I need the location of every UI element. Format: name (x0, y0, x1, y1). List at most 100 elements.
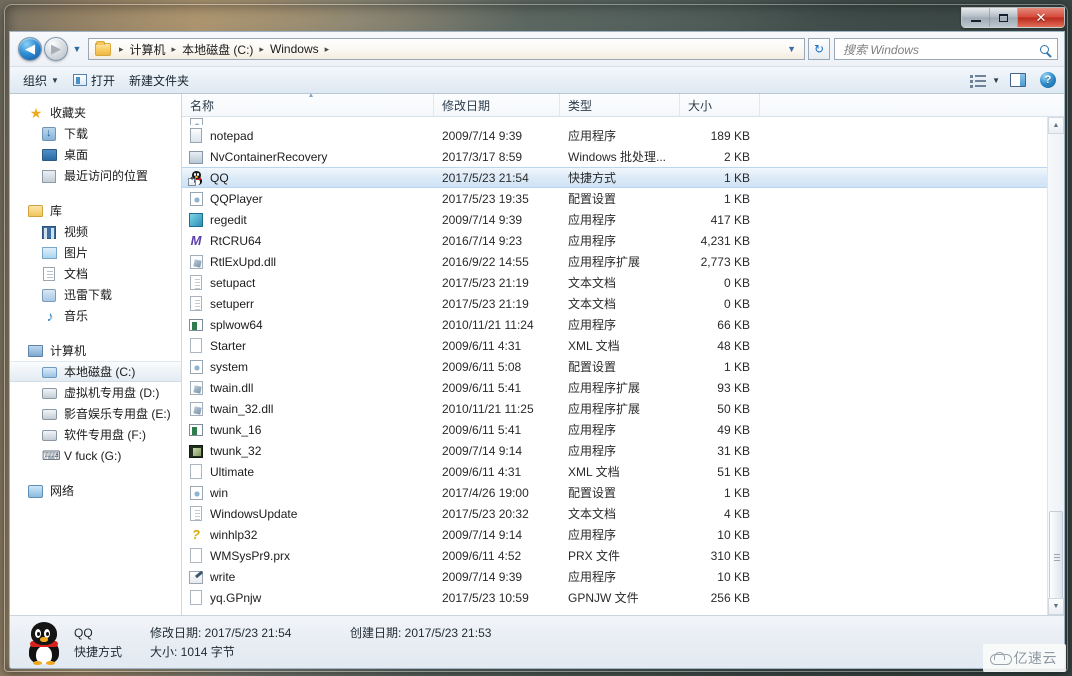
close-button[interactable]: ✕ (1018, 8, 1064, 27)
table-row[interactable]: Ultimate 2009/6/11 4:31 XML 文档 51 KB (182, 461, 1047, 482)
table-row[interactable] (182, 117, 1047, 125)
file-name: win (210, 485, 229, 500)
sidebar-item-network[interactable]: 网络 (10, 480, 181, 501)
title-bar[interactable]: ✕ (5, 5, 1067, 31)
column-header-type[interactable]: 类型 (560, 94, 680, 116)
sidebar-item-libraries[interactable]: 库 (10, 200, 181, 221)
sidebar-item-desktop[interactable]: 桌面 (10, 144, 181, 165)
breadcrumb-separator[interactable]: ▸ (320, 44, 335, 55)
chevron-up-icon: ▲ (1052, 122, 1060, 129)
cell-name: win (182, 485, 434, 501)
table-row[interactable]: twain.dll 2009/6/11 5:41 应用程序扩展 93 KB (182, 377, 1047, 398)
new-folder-button[interactable]: 新建文件夹 (122, 69, 196, 92)
forward-button[interactable]: ▶ (44, 37, 68, 61)
address-dropdown-icon[interactable]: ▼ (783, 44, 802, 54)
scroll-down-button[interactable]: ▼ (1048, 598, 1064, 615)
table-row[interactable]: regedit 2009/7/14 9:39 应用程序 417 KB (182, 209, 1047, 230)
cloud-icon (989, 651, 1012, 665)
documents-icon (42, 266, 58, 282)
sidebar-item-recent-places[interactable]: 最近访问的位置 (10, 165, 181, 186)
sidebar-item-drive-e[interactable]: 影音娱乐专用盘 (E:) (10, 403, 181, 424)
table-row[interactable]: QQPlayer 2017/5/23 19:35 配置设置 1 KB (182, 188, 1047, 209)
view-chevron-down-icon[interactable]: ▼ (992, 76, 1000, 85)
breadcrumb-separator[interactable]: ▸ (114, 44, 129, 55)
history-dropdown-icon[interactable]: ▼ (70, 44, 84, 54)
file-list-pane[interactable]: 名称 修改日期 类型 大小 notepad 2009/7/14 9:39 应用程序 1… (182, 94, 1064, 615)
table-row[interactable]: RtlExUpd.dll 2016/9/22 14:55 应用程序扩展 2,773 K… (182, 251, 1047, 272)
table-row[interactable]: WindowsUpdate 2017/5/23 20:32 文本文档 4 KB (182, 503, 1047, 524)
sidebar-item-local-disk-c[interactable]: 本地磁盘 (C:) (10, 361, 181, 382)
help-icon[interactable]: ? (1040, 72, 1056, 88)
search-icon[interactable] (1040, 44, 1049, 54)
cell-type: Windows 批处理... (568, 150, 667, 164)
table-row[interactable]: twunk_32 2009/7/14 9:14 应用程序 31 KB (182, 440, 1047, 461)
sidebar-item-downloads[interactable]: 下载 (10, 123, 181, 144)
table-row[interactable]: NvContainerRecovery 2017/3/17 8:59 Windows… (182, 146, 1047, 167)
table-row[interactable]: twain_32.dll 2010/11/21 11:25 应用程序扩展 50 KB (182, 398, 1047, 419)
sidebar-label: 图片 (64, 246, 89, 260)
preview-pane-icon[interactable] (1010, 73, 1026, 87)
navigation-pane[interactable]: ★ 收藏夹 下载 桌面 最近访问的位置 (10, 94, 182, 615)
change-view-icon[interactable] (970, 74, 987, 88)
config-icon (188, 359, 204, 375)
breadcrumb-item-local-disk[interactable]: 本地磁盘 (C:) (181, 41, 254, 58)
sidebar-item-favorites[interactable]: ★ 收藏夹 (10, 102, 181, 123)
dll-icon (188, 254, 204, 270)
cell-size: 50 KB (717, 401, 750, 416)
table-row[interactable]: notepad 2009/7/14 9:39 应用程序 189 KB (182, 125, 1047, 146)
vertical-scrollbar[interactable]: ▲ ▼ (1047, 117, 1064, 615)
table-row[interactable]: Starter 2009/6/11 4:31 XML 文档 48 KB (182, 335, 1047, 356)
sidebar-item-computer[interactable]: 计算机 (10, 340, 181, 361)
open-button[interactable]: 打开 (66, 69, 122, 92)
table-row[interactable]: setuperr 2017/5/23 21:19 文本文档 0 KB (182, 293, 1047, 314)
breadcrumb-item-windows[interactable]: Windows (269, 42, 320, 56)
column-header-name[interactable]: 名称 (182, 94, 434, 116)
maximize-button[interactable] (990, 8, 1018, 27)
open-label: 打开 (90, 73, 115, 88)
minimize-button[interactable] (962, 8, 990, 27)
table-row[interactable]: twunk_16 2009/6/11 5:41 应用程序 49 KB (182, 419, 1047, 440)
sidebar-item-music[interactable]: ♪ 音乐 (10, 305, 181, 326)
table-row[interactable]: system 2009/6/11 5:08 配置设置 1 KB (182, 356, 1047, 377)
table-row[interactable]: WMSysPr9.prx 2009/6/11 4:52 PRX 文件 310 KB (182, 545, 1047, 566)
refresh-button[interactable]: ↻ (808, 38, 830, 60)
sidebar-item-pictures[interactable]: 图片 (10, 242, 181, 263)
organize-button[interactable]: 组织 ▼ (16, 69, 66, 92)
sidebar-item-thunder-download[interactable]: 迅雷下载 (10, 284, 181, 305)
table-row[interactable]: yq.GPnjw 2017/5/23 10:59 GPNJW 文件 256 KB (182, 587, 1047, 608)
cell-size: 2,773 KB (700, 254, 750, 269)
table-row[interactable]: ? winhlp32 2009/7/14 9:14 应用程序 10 KB (182, 524, 1047, 545)
cell-date-modified: 2016/7/14 9:23 (442, 233, 523, 248)
table-row-selected[interactable]: QQ 2017/5/23 21:54 快捷方式 1 KB (182, 167, 1047, 188)
status-modified-date: 修改日期: 2017/5/23 21:54 (150, 625, 292, 640)
cell-date-modified: 2009/7/14 9:39 (442, 128, 523, 143)
table-row[interactable]: M RtCRU64 2016/7/14 9:23 应用程序 4,231 KB (182, 230, 1047, 251)
sidebar-label: 音乐 (64, 309, 89, 323)
sidebar-item-drive-d[interactable]: 虚拟机专用盘 (D:) (10, 382, 181, 403)
table-row[interactable]: setupact 2017/5/23 21:19 文本文档 0 KB (182, 272, 1047, 293)
sidebar-label: 桌面 (64, 148, 89, 162)
column-header-size[interactable]: 大小 (680, 94, 760, 116)
sidebar-item-drive-f[interactable]: 软件专用盘 (F:) (10, 424, 181, 445)
column-header-date-modified[interactable]: 修改日期 (434, 94, 560, 116)
search-box[interactable]: 搜索 Windows (834, 38, 1058, 60)
status-file-name: QQ (74, 625, 93, 640)
cell-date-modified: 2017/5/23 21:54 (442, 170, 529, 185)
sidebar-item-drive-g[interactable]: ⌨ V fuck (G:) (10, 445, 181, 466)
breadcrumb-bar[interactable]: ▸ 计算机 ▸ 本地磁盘 (C:) ▸ Windows ▸ ▼ (88, 38, 805, 60)
text-file-icon (188, 505, 204, 522)
table-row[interactable]: write 2009/7/14 9:39 应用程序 10 KB (182, 566, 1047, 587)
cell-size: 49 KB (717, 422, 750, 437)
sidebar-item-documents[interactable]: 文档 (10, 263, 181, 284)
search-input[interactable]: 搜索 Windows (839, 41, 1040, 58)
breadcrumb-separator[interactable]: ▸ (167, 44, 182, 55)
table-row[interactable]: win 2017/4/26 19:00 配置设置 1 KB (182, 482, 1047, 503)
breadcrumb-separator[interactable]: ▸ (254, 44, 269, 55)
breadcrumb-item-computer[interactable]: 计算机 (129, 41, 167, 58)
scrollbar-thumb[interactable] (1049, 511, 1063, 603)
scroll-up-button[interactable]: ▲ (1048, 117, 1064, 134)
sidebar-item-videos[interactable]: 视频 (10, 221, 181, 242)
table-row[interactable]: splwow64 2010/11/21 11:24 应用程序 66 KB (182, 314, 1047, 335)
cell-size: 1 KB (723, 485, 750, 500)
back-button[interactable]: ◀ (18, 37, 42, 61)
